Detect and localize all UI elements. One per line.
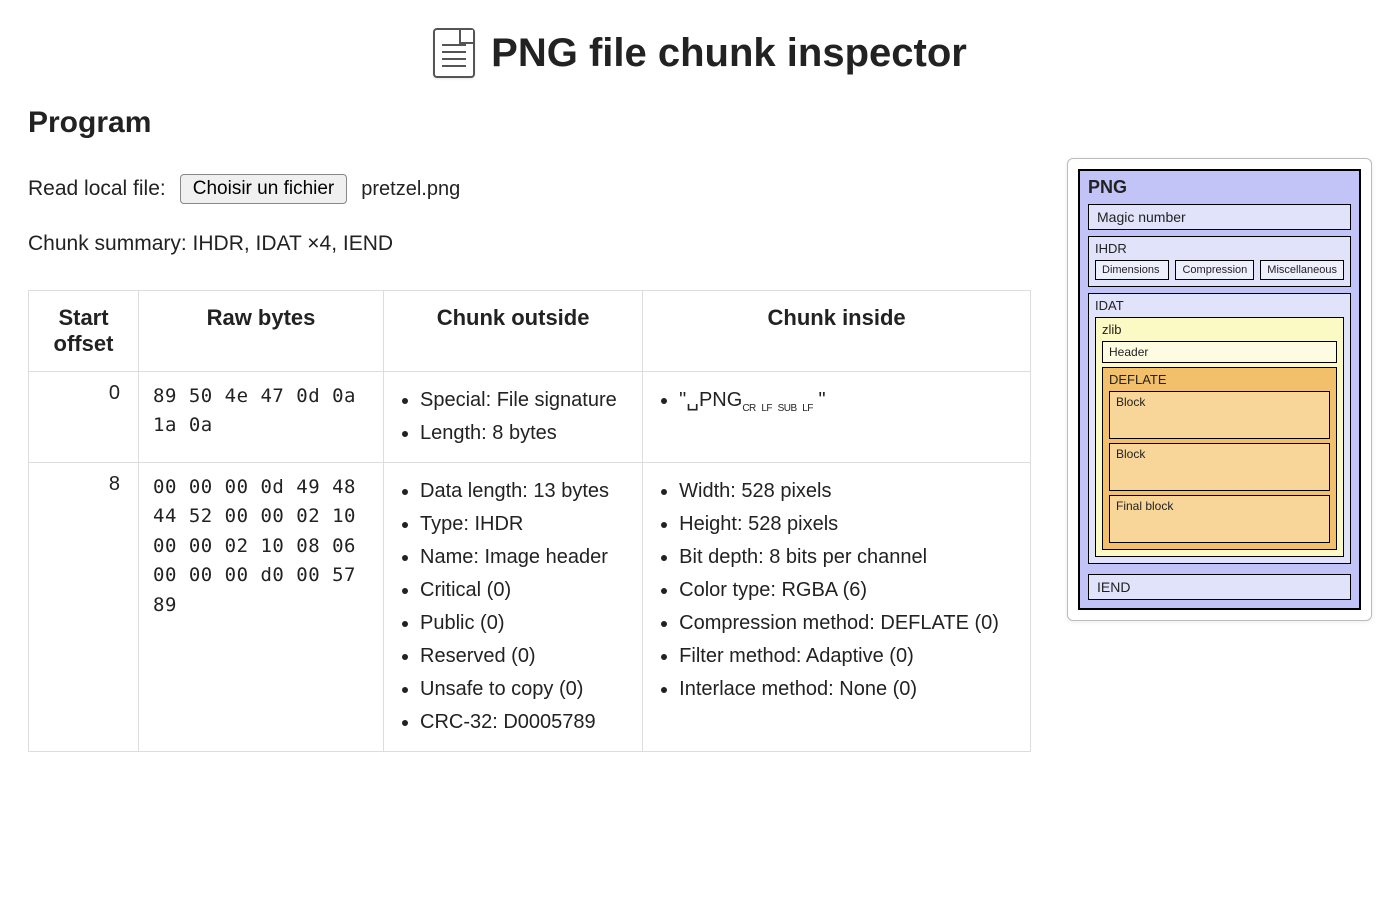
diagram-deflate-block: Block xyxy=(1109,443,1330,491)
cell-raw-bytes: 00 00 00 0d 49 48 44 52 00 00 02 10 00 0… xyxy=(139,463,384,752)
col-chunk-inside: Chunk inside xyxy=(643,291,1031,372)
diagram-zlib-box: zlib Header DEFLATE Block Block Final bl… xyxy=(1095,317,1344,557)
cell-chunk-outside: Data length: 13 bytes Type: IHDR Name: I… xyxy=(384,463,643,752)
cell-chunk-outside: Special: File signature Length: 8 bytes xyxy=(384,372,643,463)
list-item: Interlace method: None (0) xyxy=(679,675,1016,704)
diagram-ihdr-dimensions: Dimensions xyxy=(1095,260,1169,280)
list-item: Reserved (0) xyxy=(420,642,628,671)
selected-filename: pretzel.png xyxy=(361,178,460,201)
cell-offset: 8 xyxy=(29,463,139,752)
list-item: "␣PNGCR LF SUB LF " xyxy=(679,386,1016,417)
diagram-idat-box: IDAT zlib Header DEFLATE Block Block Fin… xyxy=(1088,293,1351,564)
section-heading: Program xyxy=(28,106,1372,140)
diagram-ihdr-misc: Miscellaneous xyxy=(1260,260,1344,280)
cell-offset: 0 xyxy=(29,372,139,463)
col-chunk-outside: Chunk outside xyxy=(384,291,643,372)
diagram-zlib-label: zlib xyxy=(1102,322,1337,337)
page-title-text: PNG file chunk inspector xyxy=(491,31,967,76)
list-item: Height: 528 pixels xyxy=(679,510,1016,539)
diagram-magic-number: Magic number xyxy=(1088,204,1351,230)
list-item: Name: Image header xyxy=(420,543,628,572)
diagram-deflate-block: Block xyxy=(1109,391,1330,439)
list-item: Type: IHDR xyxy=(420,510,628,539)
list-item: Public (0) xyxy=(420,609,628,638)
page-title: PNG file chunk inspector xyxy=(28,28,1372,78)
table-row: 0 89 50 4e 47 0d 0a 1a 0a Special: File … xyxy=(29,372,1031,463)
table-row: 8 00 00 00 0d 49 48 44 52 00 00 02 10 00… xyxy=(29,463,1031,752)
diagram-iend-box: IEND xyxy=(1088,574,1351,600)
diagram-png-box: PNG Magic number IHDR Dimensions Compres… xyxy=(1078,169,1361,610)
diagram-deflate-box: DEFLATE Block Block Final block xyxy=(1102,367,1337,550)
document-icon xyxy=(433,28,475,78)
file-input-row: Read local file: Choisir un fichier pret… xyxy=(28,174,1031,204)
diagram-ihdr-compression: Compression xyxy=(1175,260,1254,280)
png-structure-diagram: PNG Magic number IHDR Dimensions Compres… xyxy=(1067,158,1372,621)
list-item: Filter method: Adaptive (0) xyxy=(679,642,1016,671)
list-item: Critical (0) xyxy=(420,576,628,605)
list-item: CRC-32: D0005789 xyxy=(420,708,628,737)
list-item: Special: File signature xyxy=(420,386,628,415)
col-start-offset: Start offset xyxy=(29,291,139,372)
list-item: Length: 8 bytes xyxy=(420,419,628,448)
diagram-deflate-label: DEFLATE xyxy=(1109,372,1330,387)
list-item: Compression method: DEFLATE (0) xyxy=(679,609,1016,638)
file-input-label: Read local file: xyxy=(28,177,166,201)
cell-chunk-inside: Width: 528 pixels Height: 528 pixels Bit… xyxy=(643,463,1031,752)
list-item: Color type: RGBA (6) xyxy=(679,576,1016,605)
choose-file-button[interactable]: Choisir un fichier xyxy=(180,174,348,204)
cell-chunk-inside: "␣PNGCR LF SUB LF " xyxy=(643,372,1031,463)
chunk-summary: Chunk summary: IHDR, IDAT ×4, IEND xyxy=(28,232,1031,256)
list-item: Bit depth: 8 bits per channel xyxy=(679,543,1016,572)
diagram-ihdr-label: IHDR xyxy=(1095,241,1344,256)
diagram-zlib-header: Header xyxy=(1102,341,1337,363)
cell-raw-bytes: 89 50 4e 47 0d 0a 1a 0a xyxy=(139,372,384,463)
list-item: Data length: 13 bytes xyxy=(420,477,628,506)
col-raw-bytes: Raw bytes xyxy=(139,291,384,372)
diagram-deflate-final-block: Final block xyxy=(1109,495,1330,543)
diagram-png-title: PNG xyxy=(1088,177,1351,198)
list-item: Unsafe to copy (0) xyxy=(420,675,628,704)
diagram-ihdr-box: IHDR Dimensions Compression Miscellaneou… xyxy=(1088,236,1351,287)
diagram-idat-label: IDAT xyxy=(1095,298,1344,313)
list-item: Width: 528 pixels xyxy=(679,477,1016,506)
chunk-table: Start offset Raw bytes Chunk outside Chu… xyxy=(28,290,1031,752)
